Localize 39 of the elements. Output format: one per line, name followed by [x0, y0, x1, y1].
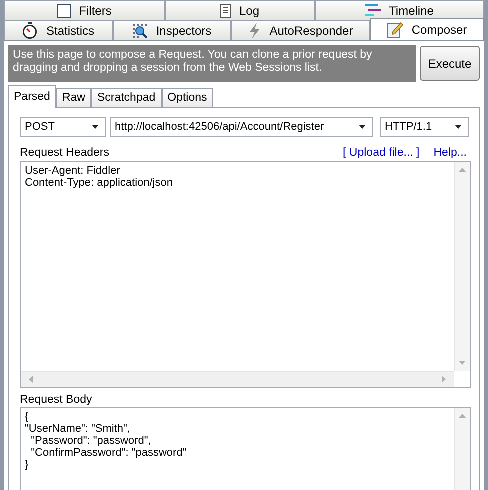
tab[interactable]: Inspectors: [113, 20, 231, 40]
up-arrow-icon[interactable]: [459, 414, 466, 418]
caret-icon: [92, 125, 99, 129]
body-field[interactable]: { "UserName": "Smith", "Password": "password", "ConfirmPassword": "password" }: [20, 407, 471, 490]
grid-magnifier-icon: [132, 22, 148, 38]
tab[interactable]: AutoResponder: [231, 20, 370, 40]
vertical-scrollbar[interactable]: [454, 408, 470, 490]
horizontal-scrollbar[interactable]: [21, 371, 454, 388]
up-arrow-icon[interactable]: [459, 168, 466, 172]
checkbox-icon: [57, 4, 72, 18]
tab[interactable]: Composer: [370, 18, 484, 40]
left-arrow-icon[interactable]: [29, 376, 33, 384]
tab[interactable]: Filters: [4, 0, 165, 20]
tab[interactable]: Timeline: [315, 0, 484, 20]
pencil-paper-icon: [386, 21, 404, 38]
link[interactable]: [ Upload file... ]: [343, 146, 420, 159]
right-arrow-icon[interactable]: [442, 376, 446, 384]
url-dropdown[interactable]: http://localhost:42506/api/Account/Register: [110, 117, 373, 137]
headers-label: Request Headers: [20, 146, 110, 159]
headers-field[interactable]: User-Agent: Fiddler Content-Type: application/json: [20, 160, 471, 388]
execute-button[interactable]: Execute: [420, 46, 480, 81]
tab[interactable]: Statistics: [4, 20, 113, 40]
timeline-icon: [365, 4, 382, 17]
caret-icon: [359, 125, 366, 129]
document-icon: [220, 4, 232, 18]
tab[interactable]: Options: [162, 88, 214, 107]
tab[interactable]: Scratchpad: [91, 88, 162, 107]
body-label: Request Body: [20, 394, 94, 406]
method-dropdown[interactable]: POST: [20, 117, 106, 137]
tab[interactable]: Log: [165, 0, 315, 20]
version-dropdown[interactable]: HTTP/1.1: [380, 117, 469, 137]
down-arrow-icon[interactable]: [459, 361, 466, 366]
link[interactable]: Help...: [434, 146, 467, 159]
tab[interactable]: Raw: [56, 88, 92, 107]
caret-icon: [455, 125, 462, 129]
tab[interactable]: Parsed: [8, 85, 56, 108]
vertical-scrollbar[interactable]: [454, 162, 470, 372]
info-banner: Use this page to compose a Request. You can clone a prior request by dragging and dropping a session from the Web Sessions list.: [8, 45, 416, 82]
lightning-icon: [248, 22, 262, 38]
